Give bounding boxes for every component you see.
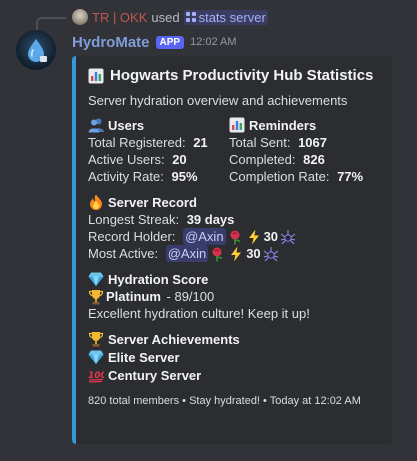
reply-avatar[interactable] bbox=[72, 9, 88, 25]
score-tier-value: Platinum bbox=[106, 289, 161, 304]
gem-icon bbox=[88, 350, 104, 364]
achievements-label: Server Achievements bbox=[108, 331, 240, 347]
longest-streak: Longest Streak: 39 days bbox=[88, 211, 380, 228]
line-value: 21 bbox=[193, 135, 208, 150]
embed-title: Hogwarts Productivity Hub Statistics bbox=[88, 67, 380, 84]
line-label: Most Active: bbox=[88, 246, 159, 261]
line-label: Completion Rate: bbox=[229, 169, 330, 184]
line-label: Total Registered: bbox=[88, 135, 186, 150]
bar-chart-icon bbox=[229, 117, 245, 133]
users-field-label: Users bbox=[108, 117, 145, 133]
bar-chart-icon bbox=[88, 68, 104, 83]
gem-icon bbox=[88, 272, 104, 286]
lightning-icon bbox=[248, 229, 259, 244]
reminders-field: Reminders Total Sent: 1067 Completed: 82… bbox=[229, 116, 370, 185]
rose-icon bbox=[212, 247, 223, 261]
line-value: 95% bbox=[171, 169, 198, 184]
achievement-item: 100 Century Server bbox=[88, 366, 380, 384]
embed-description: Server hydration overview and achievemen… bbox=[88, 93, 348, 108]
server-record-label: Server Record bbox=[108, 194, 197, 210]
lightning-icon bbox=[231, 246, 242, 261]
users-total-registered: Total Registered: 21 bbox=[88, 134, 229, 151]
server-record-field-name: Server Record bbox=[88, 193, 380, 211]
most-active: Most Active: @Axin 30 bbox=[88, 245, 380, 262]
reply-connector bbox=[36, 17, 66, 31]
user-mention[interactable]: @Axin bbox=[165, 245, 209, 262]
water-drop-icon bbox=[28, 39, 47, 62]
message-timestamp[interactable]: 12:02 AM bbox=[190, 36, 236, 48]
bot-name[interactable]: HydroMate bbox=[72, 34, 150, 51]
hydration-score-label: Hydration Score bbox=[108, 271, 209, 287]
fire-icon bbox=[90, 194, 102, 210]
reminders-total-sent: Total Sent: 1067 bbox=[229, 134, 370, 151]
stats-embed: Hogwarts Productivity Hub Statistics Ser… bbox=[72, 56, 392, 444]
spider-icon bbox=[263, 246, 278, 261]
server-record-field: Server Record Longest Streak: 39 days Re… bbox=[88, 193, 380, 262]
inline-fields: Users Total Registered: 21 Active Users:… bbox=[88, 116, 380, 185]
reply-username[interactable]: TR | OKK bbox=[92, 10, 147, 25]
line-label: Total Sent: bbox=[229, 135, 291, 150]
bot-avatar[interactable] bbox=[16, 30, 56, 70]
score-tier: Platinum - 89/100 bbox=[88, 288, 380, 305]
reminders-field-label: Reminders bbox=[249, 117, 317, 133]
reply-used-text: used bbox=[151, 9, 180, 25]
line-value: 1067 bbox=[298, 135, 327, 150]
trophy-icon bbox=[88, 332, 104, 347]
line-value: 826 bbox=[303, 152, 325, 167]
reminders-field-name: Reminders bbox=[229, 116, 370, 134]
score-message: Excellent hydration culture! Keep it up! bbox=[88, 306, 310, 321]
achievements-field-name: Server Achievements bbox=[88, 330, 380, 348]
line-value: 77% bbox=[337, 169, 364, 184]
users-active: Active Users: 20 bbox=[88, 151, 229, 168]
command-icon bbox=[185, 12, 196, 22]
achievement-label: Century Server bbox=[108, 367, 202, 383]
users-icon bbox=[88, 118, 104, 133]
score-value: - 89/100 bbox=[162, 289, 215, 304]
user-mention[interactable]: @Axin bbox=[183, 228, 226, 245]
line-label: Active Users: bbox=[88, 152, 165, 167]
line-label: Activity Rate: bbox=[88, 169, 164, 184]
users-field-name: Users bbox=[88, 116, 229, 134]
line-label: Longest Streak: bbox=[88, 212, 180, 227]
level-value: 30 bbox=[263, 229, 279, 244]
hydration-score-field-name: Hydration Score bbox=[88, 270, 380, 288]
line-value: 20 bbox=[172, 152, 187, 167]
line-label: Record Holder: bbox=[88, 229, 176, 244]
line-value: 39 days bbox=[186, 212, 235, 227]
record-holder: Record Holder: @Axin 30 bbox=[88, 228, 380, 245]
hundred-icon: 100 bbox=[88, 371, 104, 383]
reminders-completion-rate: Completion Rate: 77% bbox=[229, 168, 370, 185]
reply-context[interactable]: TR | OKK used stats server bbox=[72, 8, 268, 26]
slash-command[interactable]: stats server bbox=[183, 9, 268, 25]
users-field: Users Total Registered: 21 Active Users:… bbox=[88, 116, 229, 185]
achievement-item: Elite Server bbox=[88, 348, 380, 366]
hydration-score-field: Hydration Score Platinum - 89/100 Excell… bbox=[88, 270, 380, 322]
embed-footer: 820 total members • Stay hydrated! • Tod… bbox=[88, 395, 361, 407]
level-value: 30 bbox=[246, 246, 261, 261]
rose-icon bbox=[230, 230, 241, 244]
app-badge: APP bbox=[155, 35, 185, 49]
spider-icon bbox=[280, 229, 296, 244]
server-achievements-field: Server Achievements Elite Server 100 Cen… bbox=[88, 330, 380, 384]
embed-title-text: Hogwarts Productivity Hub Statistics bbox=[110, 67, 374, 84]
message-header: HydroMate APP 12:02 AM bbox=[72, 32, 237, 52]
reminders-completed: Completed: 826 bbox=[229, 151, 370, 168]
line-label: Completed: bbox=[229, 152, 296, 167]
achievement-label: Elite Server bbox=[108, 349, 180, 365]
trophy-icon bbox=[88, 289, 104, 304]
users-activity-rate: Activity Rate: 95% bbox=[88, 168, 229, 185]
slash-command-label: stats server bbox=[198, 9, 266, 25]
